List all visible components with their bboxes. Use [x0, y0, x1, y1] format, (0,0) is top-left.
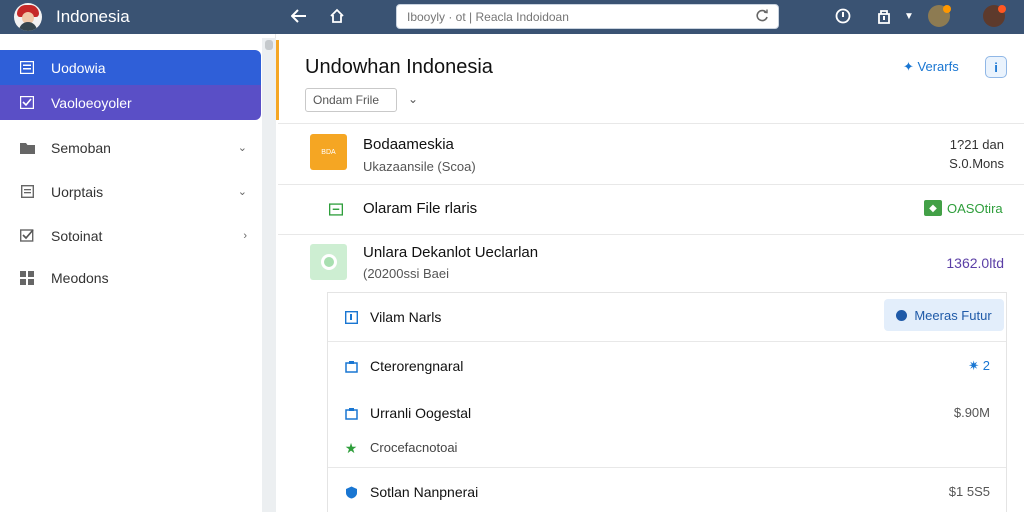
chevron-down-icon[interactable]: ▼: [898, 5, 920, 27]
sidebar-item-label: Semoban: [51, 139, 111, 156]
divider: [328, 467, 1006, 468]
checkbox-icon: [19, 95, 35, 111]
list-item-value: $.90M: [953, 405, 990, 420]
back-arrow-icon[interactable]: [288, 5, 310, 27]
sidebar-item-semoban[interactable]: Semoban ⌄: [0, 130, 261, 165]
folder-icon: [19, 140, 35, 156]
row-value: 1?21 dan: [949, 137, 1004, 152]
list-item-title[interactable]: Cterorengnaral: [370, 358, 463, 374]
sidebar-item-label: Uorptais: [51, 183, 104, 200]
panel-title: Vilam Narls: [370, 309, 442, 325]
status-label: OASOtira: [947, 200, 1003, 216]
new-button-label: Verarfs: [917, 59, 959, 74]
list-item-value: ✷ 2: [968, 358, 990, 373]
row-title[interactable]: Olaram File rlaris: [363, 200, 477, 217]
app-title: Indonesia: [56, 7, 130, 26]
divider: [278, 184, 1024, 185]
box-icon: [344, 359, 358, 373]
plus-icon: ✦: [903, 59, 914, 74]
notifications-icon[interactable]: [873, 5, 895, 27]
sidebar-item-label: Sotoinat: [51, 227, 103, 244]
sidebar-item-vaoloeoyoler[interactable]: Vaoloeoyoler: [0, 85, 261, 120]
power-icon[interactable]: [832, 5, 854, 27]
file-thumbnail[interactable]: [310, 244, 347, 280]
sidebar-item-sotoinat[interactable]: Sotoinat ›: [0, 218, 261, 253]
chevron-down-icon[interactable]: ⌄: [238, 185, 247, 198]
status-badge: ◆ OASOtira: [924, 200, 1003, 216]
divider: [328, 341, 1006, 342]
refresh-icon[interactable]: [755, 9, 770, 24]
sidebar-item-label: Meodons: [51, 269, 109, 286]
chevron-down-icon[interactable]: ⌄: [238, 141, 247, 154]
notification-badge: [943, 5, 951, 13]
chevron-right-icon[interactable]: ›: [243, 230, 247, 242]
top-bar: Indonesia ▼: [0, 0, 1024, 34]
accent-bar: [276, 40, 279, 120]
list-item-value: $1 5S5: [948, 484, 990, 499]
row-title[interactable]: Unlara Dekanlot Ueclarlan: [363, 244, 538, 261]
match-icon: [896, 309, 908, 321]
app-logo[interactable]: [14, 3, 42, 31]
box-icon: [344, 406, 358, 420]
divider: [278, 123, 1024, 124]
row-title[interactable]: Bodaameskia: [363, 136, 454, 153]
user-badge: [998, 5, 1006, 13]
row-subtitle: (20200ssi Baei: [363, 266, 449, 281]
status-icon: ◆: [924, 200, 942, 216]
sidebar-item-meodons[interactable]: Meodons: [0, 260, 261, 295]
document-icon: [19, 184, 35, 200]
row-value: 1362.0ltd: [946, 255, 1004, 271]
list-item-title[interactable]: Sotlan Nanpnerai: [370, 484, 478, 500]
match-button-label: Meeras Futur: [914, 307, 992, 323]
shield-icon: [344, 485, 358, 499]
info-icon: i: [994, 59, 998, 75]
search-input[interactable]: [397, 5, 737, 28]
sidebar-item-label: Vaoloeoyoler: [51, 94, 132, 111]
match-button[interactable]: Meeras Futur: [884, 299, 1004, 331]
sidebar-scrollbar[interactable]: [262, 38, 276, 512]
list-icon: [19, 60, 35, 76]
help-button[interactable]: i: [985, 56, 1007, 78]
row-value-secondary: S.0.Mons: [949, 156, 1004, 171]
new-button[interactable]: ✦ Verarfs: [903, 59, 959, 75]
document-icon: [329, 202, 343, 216]
chevron-down-icon[interactable]: ⌄: [408, 92, 418, 106]
home-icon[interactable]: [326, 5, 348, 27]
star-icon: ★: [344, 439, 358, 456]
sidebar-item-uorptais[interactable]: Uorptais ⌄: [0, 174, 261, 209]
page-title: Undowhan Indonesia: [305, 56, 493, 78]
list-item-title[interactable]: Urranli Oogestal: [370, 405, 471, 421]
divider: [278, 234, 1024, 235]
checked-box-icon: [19, 228, 35, 244]
grid-icon: [19, 270, 35, 286]
row-subtitle: Ukazaansile (Scoa): [363, 159, 476, 174]
gear-icon: ✷: [968, 358, 980, 373]
sidebar-item-uodowia[interactable]: Uodowia: [0, 50, 261, 85]
filter-select[interactable]: Ondam Frile: [305, 88, 397, 112]
square-icon: [344, 310, 358, 324]
sidebar-item-label: Uodowia: [51, 59, 106, 76]
list-item-title[interactable]: Crocefacnotoai: [370, 440, 457, 455]
file-thumbnail[interactable]: BDA: [310, 134, 347, 170]
search-bar[interactable]: [396, 4, 779, 29]
